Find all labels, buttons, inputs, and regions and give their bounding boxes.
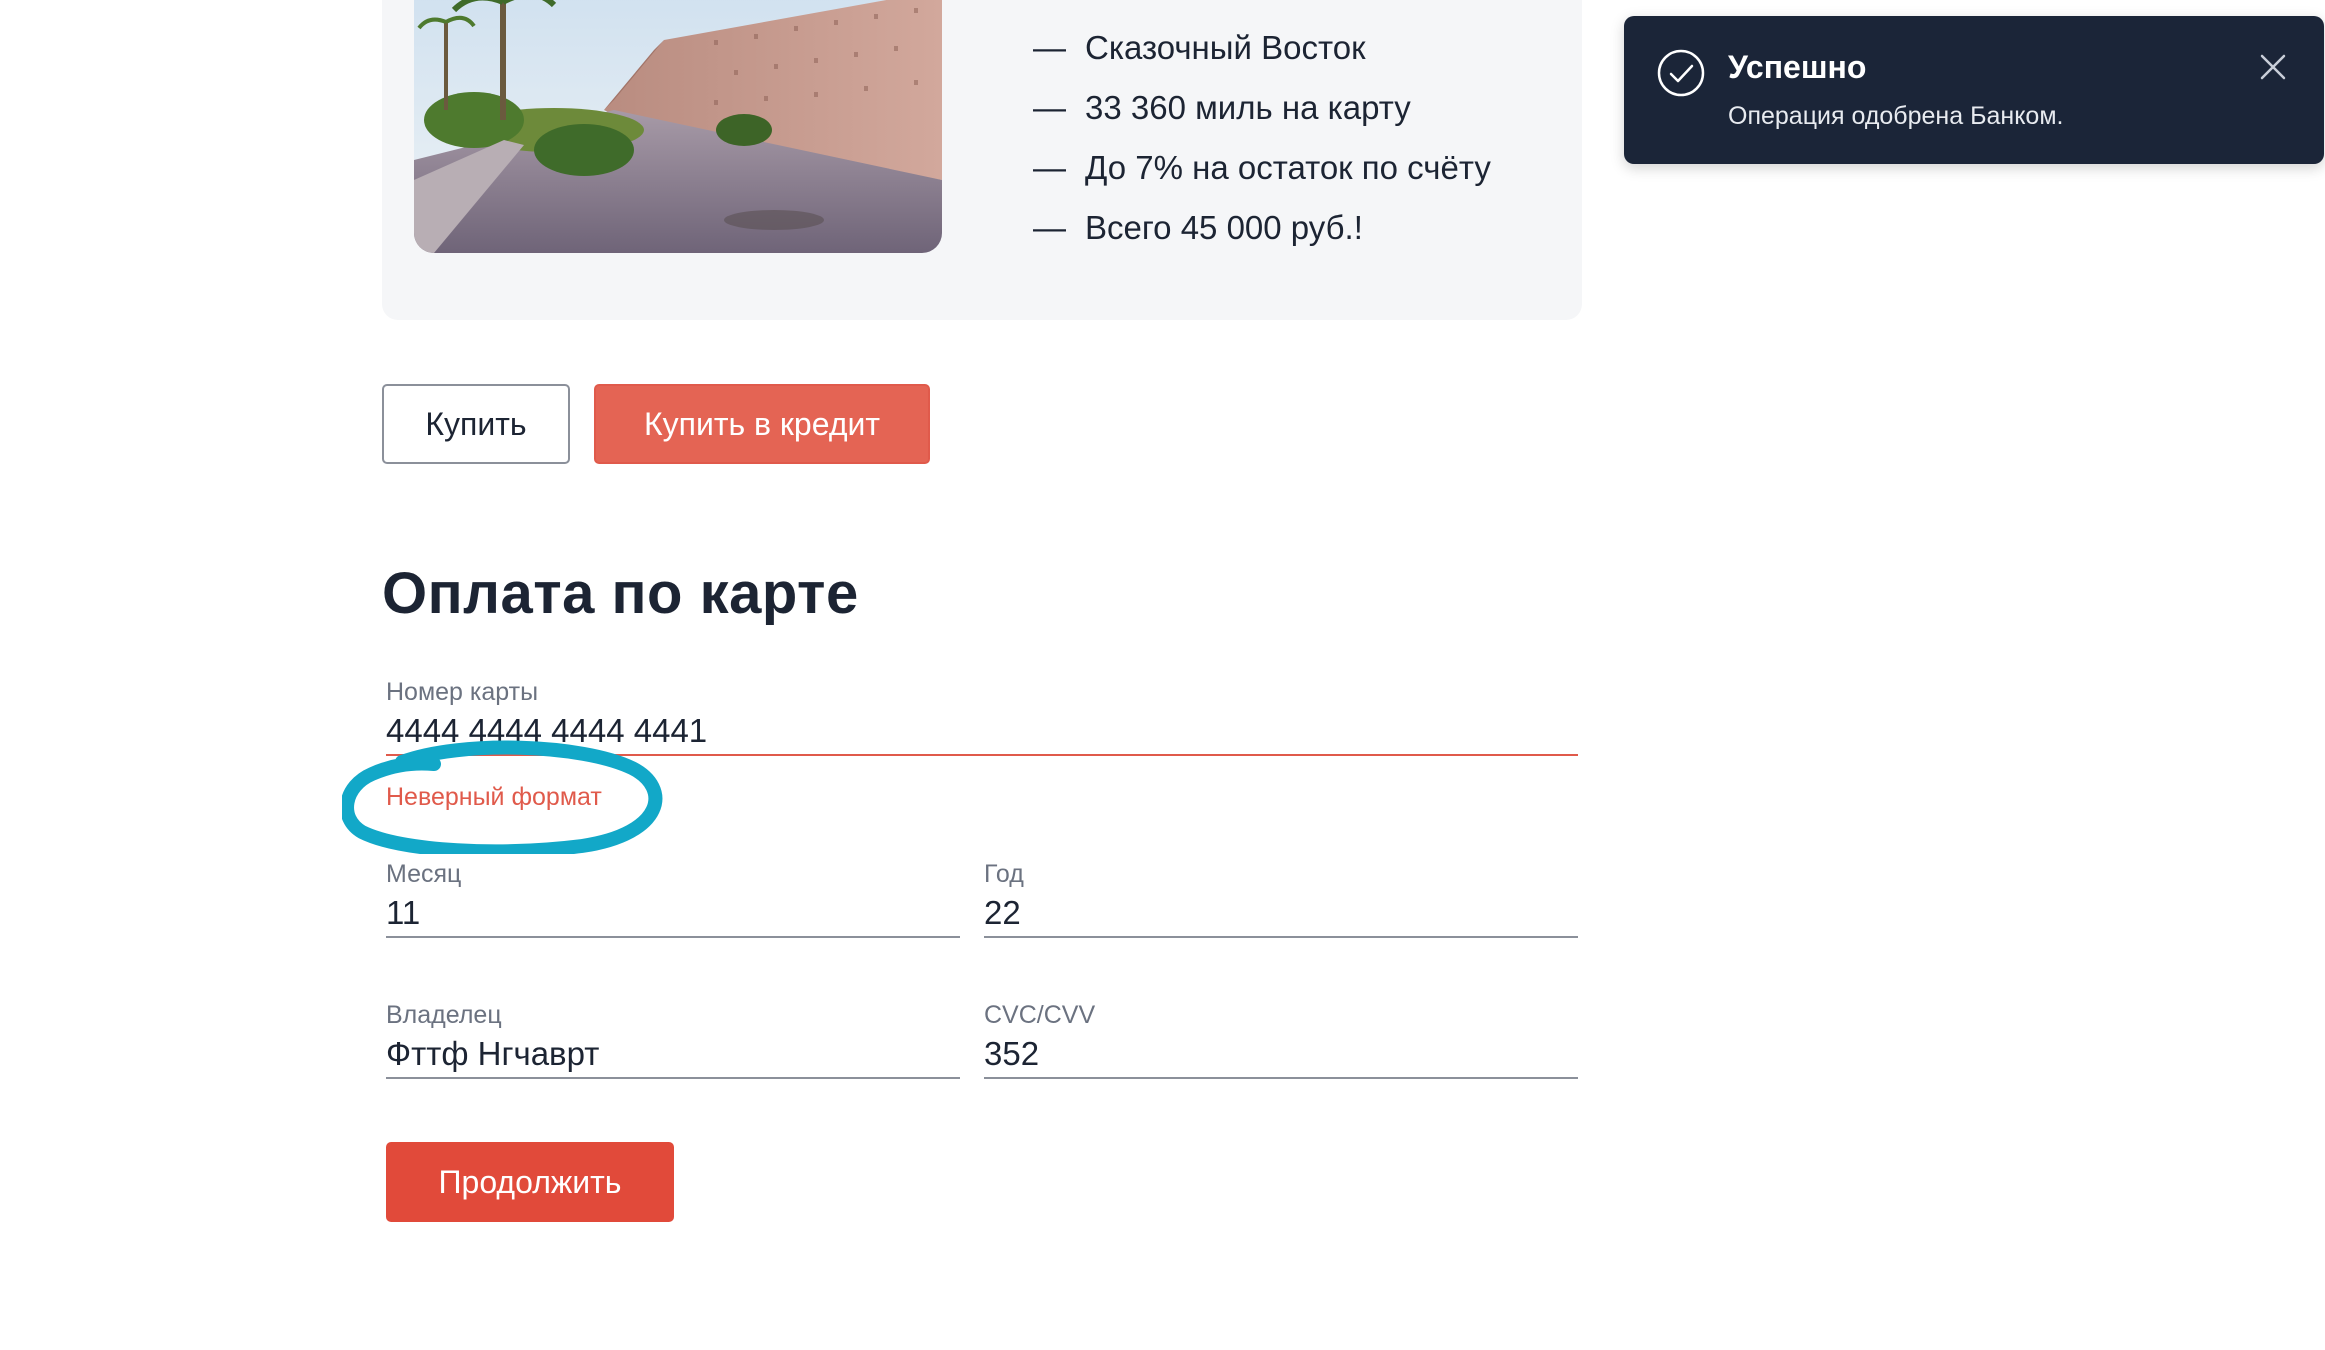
feature-text: Всего 45 000 руб.! [1085,209,1363,246]
dash-marker: — [1033,209,1066,246]
dash-marker: — [1033,89,1066,126]
buy-credit-button[interactable]: Купить в кредит [594,384,930,464]
month-input[interactable] [386,890,960,938]
card-number-error: Неверный формат [386,783,602,811]
list-item: — 33 360 миль на карту [1033,78,1491,138]
buy-button[interactable]: Купить [382,384,570,464]
page: — Сказочный Восток — 33 360 миль на карт… [0,0,2325,1350]
year-field: Год [984,858,1578,938]
dash-marker: — [1033,29,1066,66]
feature-text: 33 360 миль на карту [1085,89,1411,126]
toast-message: Операция одобрена Банком. [1728,102,2064,130]
close-icon[interactable] [2256,50,2290,84]
cvc-field: CVC/CVV [984,999,1578,1079]
toast-title: Успешно [1728,49,1867,85]
card-number-label: Номер карты [386,678,539,706]
check-circle-icon [1657,49,1705,97]
payment-title: Оплата по карте [382,561,859,626]
cvc-label: CVC/CVV [984,1001,1096,1029]
owner-field: Владелец [386,999,960,1079]
list-item: — Сказочный Восток [1033,18,1491,78]
cvc-input[interactable] [984,1031,1578,1079]
month-field: Месяц [386,858,960,938]
continue-button[interactable]: Продолжить [386,1142,674,1222]
offer-photo [414,0,942,253]
feature-text: Сказочный Восток [1085,29,1366,66]
feature-text: До 7% на остаток по счёту [1085,149,1491,186]
year-label: Год [984,860,1024,888]
dash-marker: — [1033,149,1066,186]
month-label: Месяц [386,860,462,888]
card-number-field: Номер карты [386,676,1578,756]
year-input[interactable] [984,890,1578,938]
list-item: — Всего 45 000 руб.! [1033,198,1491,258]
owner-input[interactable] [386,1031,960,1079]
success-toast: Успешно Операция одобрена Банком. [1624,16,2324,164]
owner-label: Владелец [386,1001,502,1029]
list-item: — До 7% на остаток по счёту [1033,138,1491,198]
offer-feature-list: — Сказочный Восток — 33 360 миль на карт… [1033,18,1491,258]
card-number-input[interactable] [386,708,1578,756]
